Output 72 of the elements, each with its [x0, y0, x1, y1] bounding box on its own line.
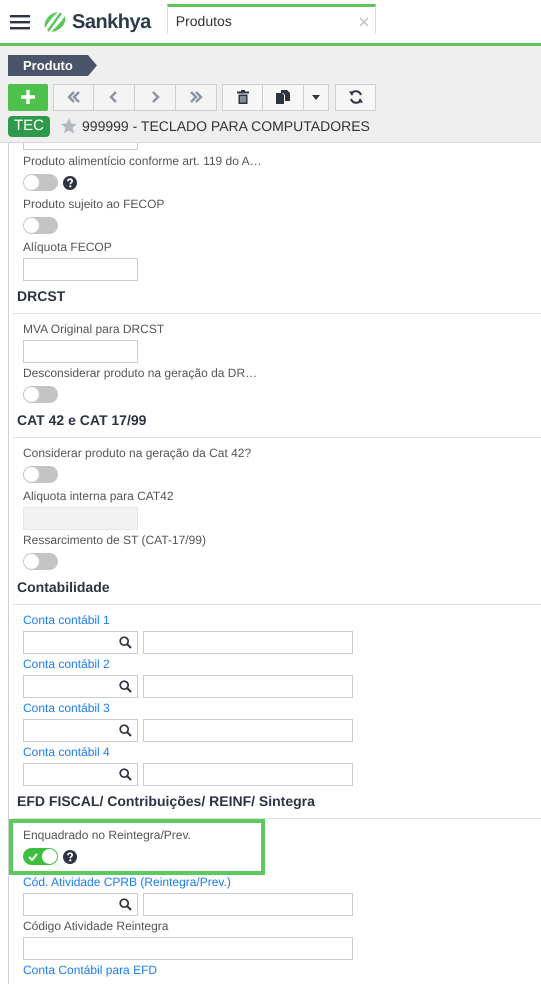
delete-button[interactable]	[222, 84, 263, 110]
search-icon[interactable]	[119, 724, 132, 737]
field-label: Considerar produto na geração da Cat 42?	[23, 445, 252, 462]
description-field[interactable]	[143, 631, 353, 654]
last-button[interactable]	[176, 84, 217, 110]
description-field[interactable]	[143, 763, 353, 786]
field-link[interactable]: Conta contábil 1	[23, 610, 110, 631]
description-field[interactable]	[143, 675, 353, 698]
field-label: Produto sujeito ao FECOP	[23, 196, 164, 213]
search-icon[interactable]	[119, 898, 132, 911]
section-title: DRCST	[16, 288, 66, 305]
lookup-field[interactable]	[23, 893, 138, 916]
refresh-icon	[348, 89, 364, 105]
field-link[interactable]: Conta Contábil para EFD	[23, 960, 158, 981]
field-label: Produto alimentício conforme art. 119 do A…	[23, 153, 262, 170]
lookup-field[interactable]	[23, 631, 138, 654]
field-label: Aliquota interna para CAT42	[23, 488, 174, 505]
copy-icon	[276, 90, 290, 104]
caret-icon	[312, 94, 320, 100]
lookup-field[interactable]	[23, 763, 138, 786]
lookup-field[interactable]	[23, 675, 138, 698]
description-field[interactable]	[143, 893, 353, 916]
field-label: MVA Original para DRCST	[23, 321, 164, 338]
record-badge: TEC	[8, 116, 50, 136]
toggle-switch[interactable]	[23, 386, 58, 403]
field-label: Ressarcimento de ST (CAT-17/99)	[23, 532, 206, 549]
help-icon[interactable]	[63, 850, 77, 864]
double-chevron-right-icon	[189, 90, 203, 104]
toggle-switch[interactable]	[23, 174, 58, 191]
close-icon[interactable]	[358, 16, 369, 26]
star-icon[interactable]	[60, 117, 78, 135]
field-link[interactable]: Conta contábil 2	[23, 654, 110, 675]
next-button[interactable]	[135, 84, 176, 110]
input-field[interactable]	[23, 937, 353, 960]
refresh-button[interactable]	[335, 84, 376, 110]
search-icon[interactable]	[119, 680, 132, 693]
trash-icon	[236, 90, 248, 104]
field-label: Desconsiderar produto na geração da DR…	[23, 365, 258, 382]
search-icon[interactable]	[119, 768, 132, 781]
section-title: CAT 42 e CAT 17/99	[16, 412, 148, 429]
section-title: EFD FISCAL/ Contribuições/ REINF/ Sintegra	[16, 793, 316, 810]
first-button[interactable]	[53, 84, 94, 110]
copy-button[interactable]	[263, 84, 304, 110]
record-title: 999999 - TECLADO PARA COMPUTADORES	[82, 116, 370, 136]
toggle-switch[interactable]	[23, 466, 58, 483]
field-label: Enquadrado no Reintegra/Prev.	[23, 827, 191, 844]
add-button[interactable]	[8, 84, 48, 110]
check-icon	[28, 852, 38, 860]
plus-icon	[21, 90, 35, 104]
toggle-switch[interactable]	[23, 848, 58, 865]
field-link[interactable]: Cód. Atividade CPRB (Reintegra/Prev.)	[23, 872, 231, 893]
field-link[interactable]: Conta contábil 3	[23, 698, 110, 719]
breadcrumb[interactable]: Produto	[8, 55, 97, 76]
field-label: Alíquota FECOP	[23, 239, 112, 256]
input-field[interactable]	[23, 258, 138, 281]
input-field[interactable]	[23, 340, 138, 363]
app-name: Sankhya	[72, 10, 151, 34]
description-field[interactable]	[143, 719, 353, 742]
double-chevron-left-icon	[66, 90, 80, 104]
search-icon[interactable]	[119, 636, 132, 649]
field-label: Código Atividade Reintegra	[23, 918, 168, 935]
toggle-switch[interactable]	[23, 553, 58, 570]
toggle-switch[interactable]	[23, 217, 58, 234]
dropdown-button[interactable]	[304, 84, 329, 110]
help-icon[interactable]	[63, 176, 77, 190]
lookup-field[interactable]	[23, 719, 138, 742]
leaf-icon	[42, 10, 68, 34]
tab[interactable]: Produtos	[166, 4, 376, 34]
previous-button[interactable]	[94, 84, 135, 110]
menu-icon[interactable]	[10, 14, 30, 30]
section-title: Contabilidade	[16, 579, 111, 596]
field-link[interactable]: Conta contábil 4	[23, 742, 110, 763]
